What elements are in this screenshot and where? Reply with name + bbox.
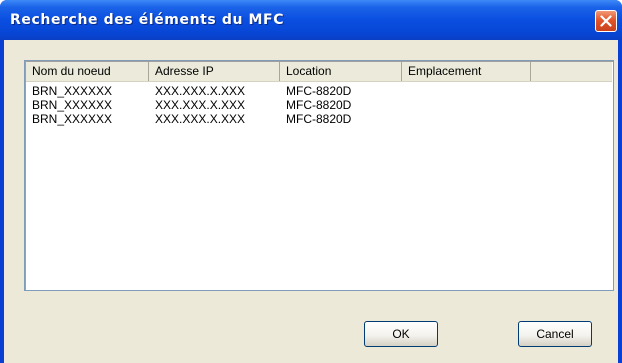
list-rows: BRN_XXXXXX XXX.XXX.X.XXX MFC-8820D BRN_X… [26,84,612,126]
cell-node-name: BRN_XXXXXX [32,84,113,98]
column-header-emplacement[interactable]: Emplacement [402,62,531,81]
device-list[interactable]: Nom du noeud Adresse IP Location Emplace… [24,60,614,291]
cell-location: MFC-8820D [286,98,352,112]
title-bar[interactable]: Recherche des éléments du MFC [0,0,622,40]
cell-ip-address: XXX.XXX.X.XXX [155,112,246,126]
ok-button[interactable]: OK [364,321,438,347]
close-button[interactable] [595,10,617,32]
cell-emplacement [408,112,529,126]
window-title: Recherche des éléments du MFC [10,12,285,28]
column-header-ip-address[interactable]: Adresse IP [149,62,280,81]
cell-location: MFC-8820D [286,112,352,126]
list-row[interactable]: BRN_XXXXXX XXX.XXX.X.XXX MFC-8820D [26,112,612,126]
cell-node-name: BRN_XXXXXX [32,112,113,126]
list-header: Nom du noeud Adresse IP Location Emplace… [26,62,612,82]
list-row[interactable]: BRN_XXXXXX XXX.XXX.X.XXX MFC-8820D [26,84,612,98]
cell-ip-address: XXX.XXX.X.XXX [155,84,246,98]
column-header-node-name[interactable]: Nom du noeud [26,62,149,81]
cell-emplacement [408,84,529,98]
cancel-button[interactable]: Cancel [518,321,592,347]
list-row[interactable]: BRN_XXXXXX XXX.XXX.X.XXX MFC-8820D [26,98,612,112]
dialog-window: Recherche des éléments du MFC Nom du noe… [0,0,622,363]
cell-ip-address: XXX.XXX.X.XXX [155,98,246,112]
cell-node-name: BRN_XXXXXX [32,98,113,112]
cell-location: MFC-8820D [286,84,352,98]
close-icon [600,15,612,27]
column-header-location[interactable]: Location [280,62,402,81]
dialog-body: Nom du noeud Adresse IP Location Emplace… [4,40,618,363]
cell-emplacement [408,98,529,112]
